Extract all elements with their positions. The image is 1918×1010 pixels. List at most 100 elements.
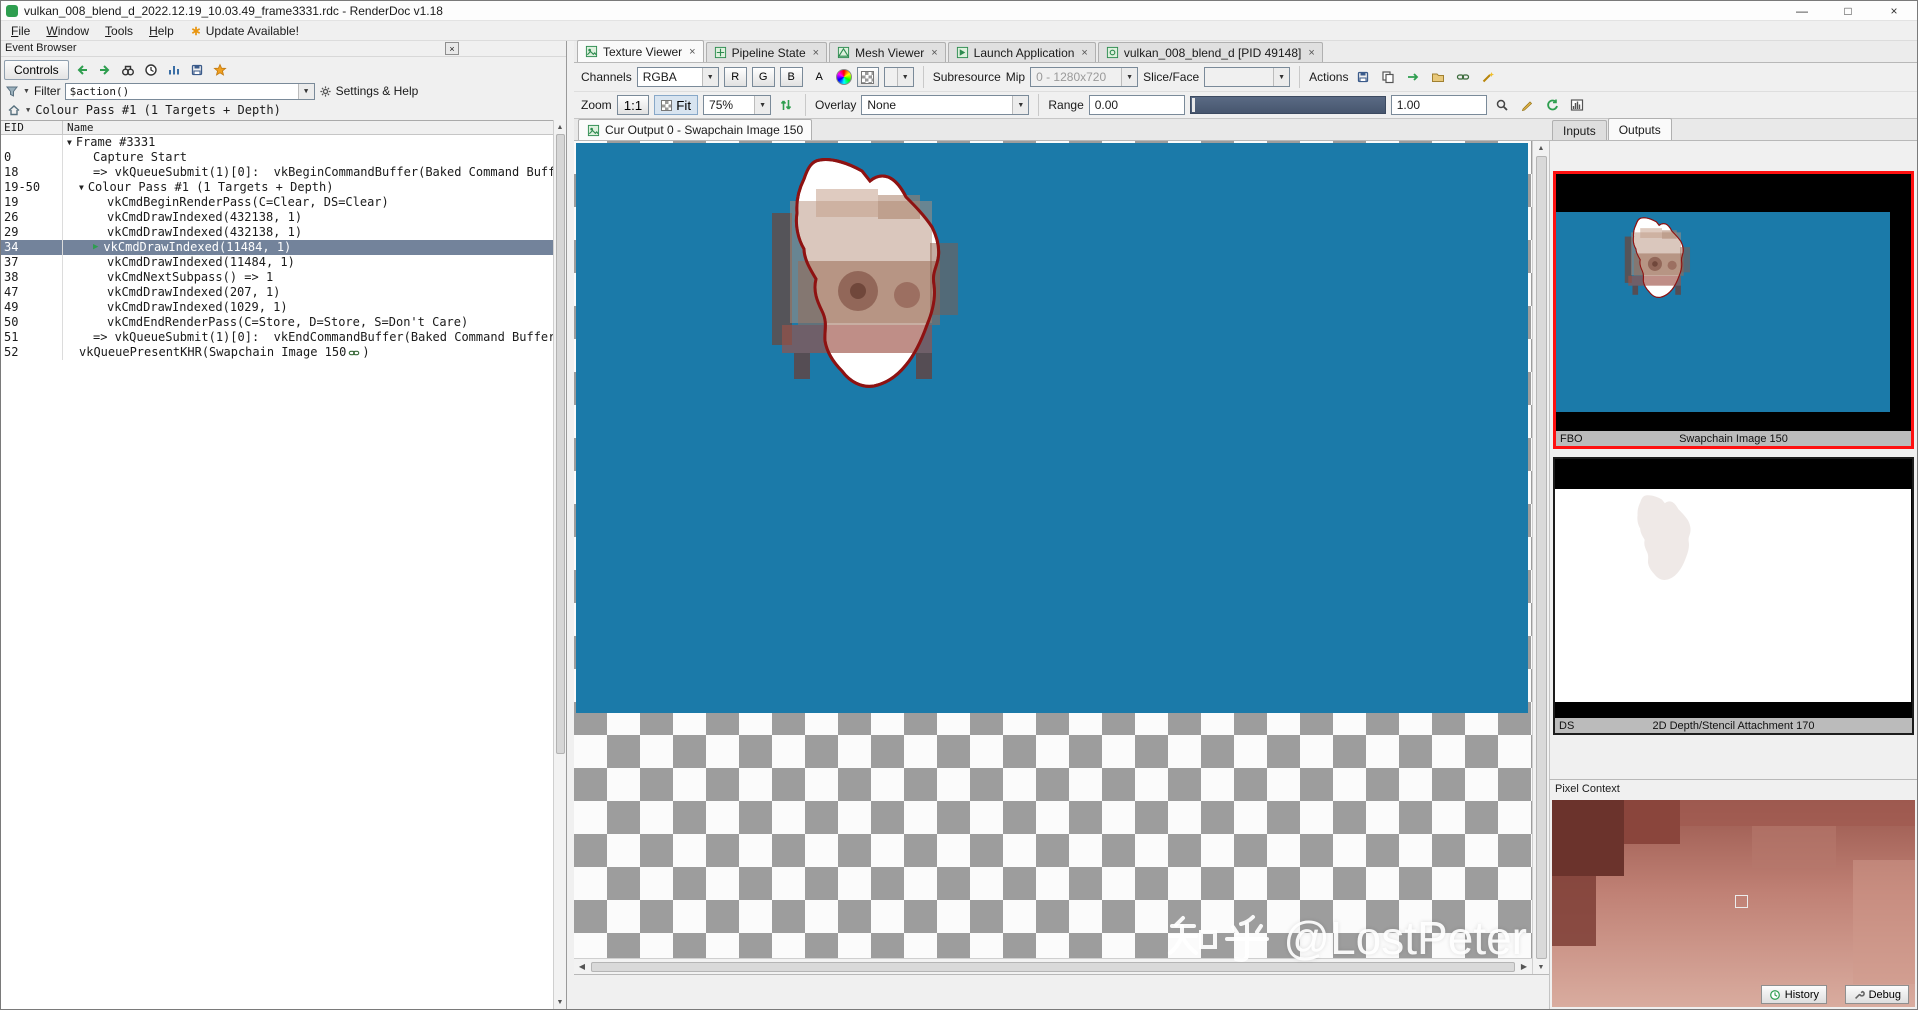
- stats-button[interactable]: [164, 60, 184, 80]
- zoom-level-select[interactable]: 75% ▼: [703, 95, 772, 115]
- goto-location-button[interactable]: [1403, 67, 1423, 87]
- tab-close-icon[interactable]: ×: [1081, 47, 1087, 59]
- filter-input[interactable]: $action() ▼: [64, 82, 315, 100]
- scroll-up-icon[interactable]: ▲: [1535, 141, 1548, 155]
- pixel-history-button[interactable]: History: [1760, 985, 1827, 1004]
- reset-range-button[interactable]: [1542, 95, 1562, 115]
- event-row[interactable]: 50 vkCmdEndRenderPass(C=Store, D=Store, …: [1, 315, 553, 330]
- custom-shader-button[interactable]: [1478, 67, 1498, 87]
- event-row[interactable]: 29 vkCmdDrawIndexed(432138, 1): [1, 225, 553, 240]
- bookmark-button[interactable]: [210, 60, 230, 80]
- zoom-fit-button[interactable]: Fit: [654, 95, 699, 115]
- open-texture-list-button[interactable]: [1428, 67, 1448, 87]
- tab-mesh-viewer[interactable]: Mesh Viewer ×: [829, 42, 946, 62]
- expand-icon[interactable]: ▼: [79, 180, 84, 195]
- copy-texture-button[interactable]: [1378, 67, 1398, 87]
- channels-select[interactable]: RGBA ▼: [636, 67, 719, 87]
- zoom-range-button[interactable]: [1492, 95, 1512, 115]
- tab-inputs[interactable]: Inputs: [1552, 120, 1607, 140]
- current-output-tab[interactable]: Cur Output 0 - Swapchain Image 150: [578, 119, 813, 140]
- scroll-thumb[interactable]: [1535, 156, 1547, 959]
- tab-launch-application[interactable]: Launch Application ×: [947, 42, 1096, 62]
- menu-window[interactable]: Window: [38, 22, 97, 40]
- autofit-range-button[interactable]: [1517, 95, 1537, 115]
- overlay-select[interactable]: None ▼: [861, 95, 1030, 115]
- tab-close-icon[interactable]: ×: [931, 47, 937, 59]
- texture-vscrollbar[interactable]: ▲ ▼: [1532, 141, 1549, 974]
- tab-outputs[interactable]: Outputs: [1607, 118, 1672, 140]
- find-event-button[interactable]: [118, 60, 138, 80]
- background-color-select[interactable]: ▼: [883, 67, 914, 87]
- channel-red-toggle[interactable]: R: [723, 67, 747, 87]
- event-row[interactable]: 19-50 ▼ Colour Pass #1 (1 Targets + Depth…: [1, 180, 553, 195]
- tab-close-icon[interactable]: ×: [813, 47, 819, 59]
- dropdown-icon[interactable]: ▼: [1012, 96, 1029, 114]
- event-row-selected[interactable]: 34 ▶ vkCmdDrawIndexed(11484, 1): [1, 240, 553, 255]
- zoom-1to1-button[interactable]: 1:1: [616, 95, 650, 115]
- column-eid[interactable]: EID: [1, 121, 63, 134]
- flip-y-button[interactable]: [776, 95, 796, 115]
- column-name[interactable]: Name: [63, 121, 94, 134]
- channel-blue-toggle[interactable]: B: [779, 67, 803, 87]
- range-min-input[interactable]: 0.00: [1088, 95, 1185, 115]
- scroll-left-icon[interactable]: ◀: [574, 959, 590, 975]
- expand-icon[interactable]: ▼: [67, 135, 72, 150]
- scroll-down-icon[interactable]: ▼: [554, 995, 567, 1009]
- maximize-button[interactable]: □: [1825, 1, 1871, 20]
- event-row[interactable]: 38 vkCmdNextSubpass() => 1: [1, 270, 553, 285]
- event-browser-scrollbar[interactable]: ▲ ▼: [553, 120, 566, 1009]
- event-row[interactable]: 37 vkCmdDrawIndexed(11484, 1): [1, 255, 553, 270]
- event-row[interactable]: 52 vkQueuePresentKHR(Swapchain Image 150…: [1, 345, 553, 360]
- back-arrow-button[interactable]: [72, 60, 92, 80]
- event-row[interactable]: 47 vkCmdDrawIndexed(207, 1): [1, 285, 553, 300]
- scroll-down-icon[interactable]: ▼: [1535, 960, 1548, 974]
- export-button[interactable]: [187, 60, 207, 80]
- scroll-up-icon[interactable]: ▲: [554, 120, 567, 134]
- tab-capture-connection[interactable]: vulkan_008_blend_d [PID 49148] ×: [1097, 42, 1323, 62]
- event-browser-close-icon[interactable]: ×: [445, 42, 459, 55]
- event-row[interactable]: 18 => vkQueueSubmit(1)[0]: vkBeginComman…: [1, 165, 553, 180]
- fbo-thumbnail[interactable]: FBO Swapchain Image 150: [1553, 171, 1914, 449]
- mip-select[interactable]: 0 - 1280x720 ▼: [1030, 67, 1139, 87]
- event-row[interactable]: 26 vkCmdDrawIndexed(432138, 1): [1, 210, 553, 225]
- range-handle[interactable]: [1191, 98, 1195, 112]
- menu-file[interactable]: File: [3, 22, 38, 40]
- settings-help-button[interactable]: Settings & Help: [319, 81, 418, 101]
- event-row[interactable]: 19 vkCmdBeginRenderPass(C=Clear, DS=Clea…: [1, 195, 553, 210]
- link-view-button[interactable]: [1453, 67, 1473, 87]
- minimize-button[interactable]: —: [1779, 1, 1825, 20]
- depth-stencil-thumbnail[interactable]: DS 2D Depth/Stencil Attachment 170: [1553, 457, 1914, 735]
- filter-dropdown-icon[interactable]: ▼: [297, 83, 314, 99]
- slice-face-select[interactable]: ▼: [1204, 67, 1291, 87]
- save-texture-button[interactable]: [1353, 67, 1373, 87]
- event-row[interactable]: 51 => vkQueueSubmit(1)[0]: vkEndCommandB…: [1, 330, 553, 345]
- tab-texture-viewer[interactable]: Texture Viewer ×: [577, 40, 704, 62]
- forward-arrow-button[interactable]: [95, 60, 115, 80]
- controls-button[interactable]: Controls: [4, 59, 69, 80]
- histogram-button[interactable]: [1567, 95, 1587, 115]
- tab-pipeline-state[interactable]: Pipeline State ×: [705, 42, 828, 62]
- event-row[interactable]: ▼ Frame #3331: [1, 135, 553, 150]
- event-row[interactable]: 0 Capture Start: [1, 150, 553, 165]
- texture-display[interactable]: [574, 141, 1532, 958]
- swapchain-image[interactable]: [576, 143, 1528, 713]
- filter-expander-icon[interactable]: ▼: [23, 88, 30, 95]
- tab-close-icon[interactable]: ×: [689, 46, 695, 58]
- range-slider[interactable]: [1189, 96, 1386, 114]
- breadcrumb-expander-icon[interactable]: ▼: [26, 106, 30, 114]
- update-available-button[interactable]: Update Available!: [190, 24, 299, 38]
- breadcrumb[interactable]: ▼ Colour Pass #1 (1 Targets + Depth): [1, 100, 566, 120]
- event-row[interactable]: 49 vkCmdDrawIndexed(1029, 1): [1, 300, 553, 315]
- scroll-thumb[interactable]: [555, 134, 565, 754]
- pixel-debug-button[interactable]: Debug: [1844, 985, 1909, 1004]
- background-checker-toggle[interactable]: [856, 67, 879, 87]
- event-timing-button[interactable]: [141, 60, 161, 80]
- dropdown-icon[interactable]: ▼: [754, 96, 771, 114]
- menu-help[interactable]: Help: [141, 22, 182, 40]
- close-button[interactable]: ×: [1871, 1, 1917, 20]
- gamma-color-wheel-icon[interactable]: [835, 69, 852, 85]
- menu-tools[interactable]: Tools: [97, 22, 141, 40]
- channel-alpha-toggle[interactable]: A: [808, 67, 831, 87]
- pixel-context-view[interactable]: History Debug: [1552, 800, 1915, 1007]
- channel-green-toggle[interactable]: G: [751, 67, 775, 87]
